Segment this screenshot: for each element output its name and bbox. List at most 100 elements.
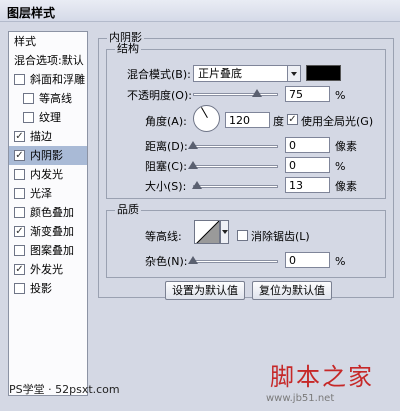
distance-slider[interactable] — [193, 145, 278, 148]
window-title: 图层样式 — [7, 6, 56, 20]
distance-slider-thumb[interactable] — [188, 141, 198, 149]
sidebar-item-inner-shadow[interactable]: ✓ 内阴影 — [9, 146, 87, 165]
sidebar-item-stroke[interactable]: ✓ 描边 — [9, 127, 87, 146]
sidebar-item-label: 渐变叠加 — [30, 225, 74, 238]
sidebar-item-blending-options[interactable]: 混合选项:默认 — [9, 51, 87, 70]
ps-watermark: PS学堂 · 52psxt.com — [9, 383, 120, 396]
antialias-checkbox[interactable] — [237, 230, 248, 241]
noise-unit: % — [335, 255, 346, 268]
inner-glow-checkbox[interactable] — [14, 169, 25, 180]
choke-slider[interactable] — [193, 165, 278, 168]
sidebar-item-label: 描边 — [30, 130, 52, 143]
chevron-down-icon — [287, 66, 300, 81]
size-slider[interactable] — [193, 185, 278, 188]
noise-input[interactable]: 0 — [285, 252, 330, 268]
choke-unit: % — [335, 160, 346, 173]
inner-shadow-panel: 内阴影 结构 混合模式(B): 正片叠底 不透明度(O): 75 % 角度(A)… — [98, 31, 394, 298]
shadow-color-swatch[interactable] — [306, 65, 341, 81]
opacity-unit: % — [335, 89, 346, 102]
reset-default-button[interactable]: 复位为默认值 — [252, 281, 332, 300]
sidebar-item-label: 颜色叠加 — [30, 206, 74, 219]
satin-checkbox[interactable] — [14, 188, 25, 199]
contour-curve-icon — [196, 221, 219, 243]
structure-title: 结构 — [115, 42, 141, 55]
noise-value: 0 — [289, 254, 296, 267]
sidebar-item-outer-glow[interactable]: ✓ 外发光 — [9, 260, 87, 279]
choke-label: 阻塞(C): — [145, 160, 187, 173]
sidebar-item-pattern-overlay[interactable]: 图案叠加 — [9, 241, 87, 260]
sidebar-item-drop-shadow[interactable]: 投影 — [9, 279, 87, 298]
sidebar-item-inner-glow[interactable]: 内发光 — [9, 165, 87, 184]
sidebar-item-gradient-overlay[interactable]: ✓ 渐变叠加 — [9, 222, 87, 241]
choke-value: 0 — [289, 159, 296, 172]
sidebar-item-styles[interactable]: 样式 — [9, 32, 87, 51]
drop-shadow-checkbox[interactable] — [14, 283, 25, 294]
choke-slider-thumb[interactable] — [188, 161, 198, 169]
choke-input[interactable]: 0 — [285, 157, 330, 173]
sidebar-item-label: 图案叠加 — [30, 244, 74, 257]
distance-value: 0 — [289, 139, 296, 152]
sidebar-item-label: 投影 — [30, 282, 52, 295]
sidebar-item-color-overlay[interactable]: 颜色叠加 — [9, 203, 87, 222]
sidebar-item-label: 外发光 — [30, 263, 63, 276]
sidebar-item-satin[interactable]: 光泽 — [9, 184, 87, 203]
sidebar-item-label: 内阴影 — [30, 149, 63, 162]
size-input[interactable]: 13 — [285, 177, 330, 193]
opacity-label: 不透明度(O): — [127, 89, 192, 102]
sidebar-item-contour[interactable]: 等高线 — [9, 89, 87, 108]
sidebar-item-label: 样式 — [14, 35, 36, 48]
size-value: 13 — [289, 179, 303, 192]
sidebar-item-label: 斜面和浮雕 — [30, 73, 85, 86]
angle-value: 120 — [229, 114, 250, 127]
distance-unit: 像素 — [335, 140, 357, 153]
sidebar-item-label: 光泽 — [30, 187, 52, 200]
stroke-checkbox[interactable]: ✓ — [14, 131, 25, 142]
sidebar-item-label: 内发光 — [30, 168, 63, 181]
jb51-url: www.jb51.net — [266, 393, 335, 404]
contour-checkbox[interactable] — [23, 93, 34, 104]
angle-input[interactable]: 120 — [225, 112, 270, 128]
pattern-overlay-checkbox[interactable] — [14, 245, 25, 256]
sidebar-item-texture[interactable]: 纹理 — [9, 108, 87, 127]
set-default-button[interactable]: 设置为默认值 — [165, 281, 245, 300]
noise-label: 杂色(N): — [145, 255, 188, 268]
bevel-emboss-checkbox[interactable] — [14, 74, 25, 85]
styles-list: 样式 混合选项:默认 斜面和浮雕 等高线 纹理 ✓ 描边 ✓ 内阴影 内发光 光… — [8, 31, 88, 396]
size-unit: 像素 — [335, 180, 357, 193]
texture-checkbox[interactable] — [23, 112, 34, 123]
angle-dial[interactable] — [193, 105, 220, 132]
distance-input[interactable]: 0 — [285, 137, 330, 153]
outer-glow-checkbox[interactable]: ✓ — [14, 264, 25, 275]
noise-slider[interactable] — [193, 260, 278, 263]
sidebar-item-bevel-emboss[interactable]: 斜面和浮雕 — [9, 70, 87, 89]
blend-mode-value: 正片叠底 — [198, 67, 242, 80]
noise-slider-thumb[interactable] — [188, 256, 198, 264]
opacity-slider[interactable] — [193, 93, 278, 96]
opacity-input[interactable]: 75 — [285, 86, 330, 102]
gradient-overlay-checkbox[interactable]: ✓ — [14, 226, 25, 237]
contour-label: 等高线: — [145, 230, 182, 243]
global-light-checkbox[interactable]: ✓ — [287, 114, 298, 125]
quality-title: 品质 — [115, 203, 141, 216]
distance-label: 距离(D): — [145, 140, 188, 153]
angle-unit: 度 — [273, 115, 284, 128]
sidebar-item-label: 等高线 — [39, 92, 72, 105]
contour-dropdown[interactable] — [220, 220, 229, 244]
global-light-label: 使用全局光(G) — [301, 115, 374, 128]
opacity-slider-thumb[interactable] — [251, 89, 262, 97]
contour-preview[interactable] — [194, 220, 220, 244]
sidebar-item-label: 混合选项:默认 — [14, 54, 84, 67]
title-bar: 图层样式 — [0, 0, 400, 22]
color-overlay-checkbox[interactable] — [14, 207, 25, 218]
size-label: 大小(S): — [145, 180, 187, 193]
jb51-logo: 脚本之家 — [270, 363, 374, 391]
inner-shadow-checkbox[interactable]: ✓ — [14, 150, 25, 161]
size-slider-thumb[interactable] — [192, 181, 203, 189]
opacity-value: 75 — [289, 88, 303, 101]
antialias-label: 消除锯齿(L) — [251, 230, 310, 243]
blend-mode-label: 混合模式(B): — [127, 68, 191, 81]
blend-mode-select[interactable]: 正片叠底 — [193, 65, 301, 82]
sidebar-item-label: 纹理 — [39, 111, 61, 124]
angle-dial-hand — [201, 107, 208, 118]
angle-label: 角度(A): — [145, 115, 187, 128]
